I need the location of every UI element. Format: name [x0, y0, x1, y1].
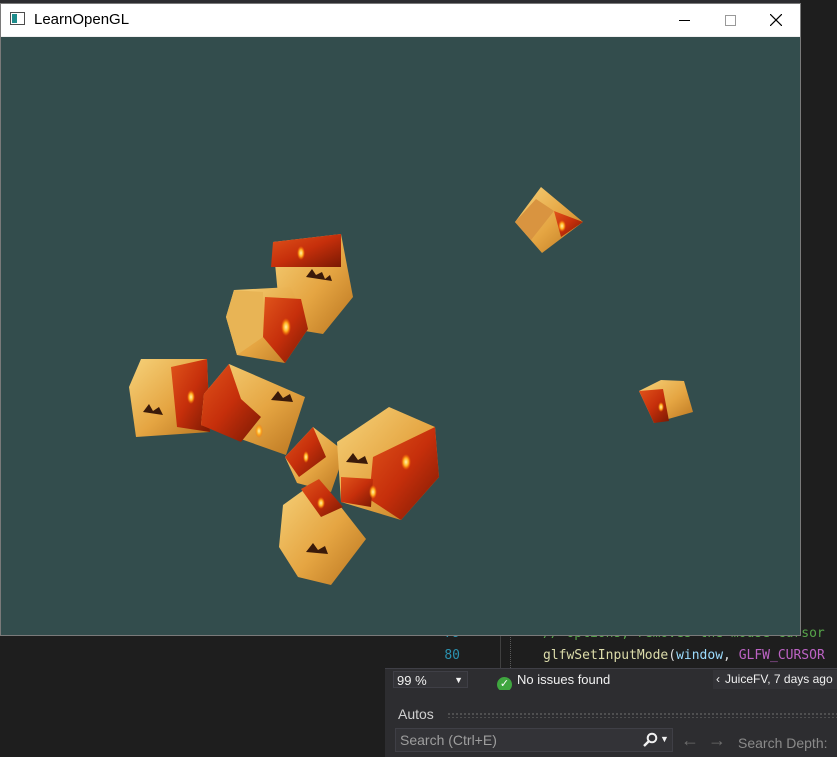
search-input[interactable] — [400, 731, 630, 749]
line-number: 80 — [444, 648, 460, 663]
textured-cube — [201, 364, 305, 455]
textured-cube — [515, 187, 583, 253]
issues-text: No issues found — [517, 672, 611, 687]
git-blame-indicator[interactable]: ‹ JuiceFV, 7 days ago — [713, 670, 837, 689]
textured-cube — [337, 407, 439, 520]
opengl-window: LearnOpenGL — [0, 3, 801, 636]
search-box[interactable]: ▼ — [395, 728, 673, 752]
textured-cube — [129, 359, 210, 437]
app-window-icon — [10, 12, 25, 25]
chevron-left-icon: ‹ — [716, 672, 720, 686]
background-editor-area — [800, 0, 837, 610]
code-paren: ( — [668, 648, 677, 663]
zoom-dropdown[interactable]: 99 % ▼ — [393, 671, 468, 688]
maximize-icon — [724, 14, 736, 26]
maximize-button[interactable] — [707, 4, 753, 36]
panel-title: Autos — [398, 706, 434, 722]
arrow-left-icon[interactable]: ← — [681, 730, 699, 751]
code-argument: window — [676, 648, 724, 663]
minimize-icon — [678, 19, 690, 21]
code-separator: , — [723, 648, 739, 663]
autos-panel: Autos ▼ ← → Search Depth: — [385, 690, 837, 757]
close-button[interactable] — [753, 4, 799, 36]
close-icon — [770, 14, 782, 26]
chevron-down-icon[interactable]: ▼ — [660, 734, 669, 744]
panel-drag-handle[interactable] — [447, 712, 837, 718]
render-viewport[interactable] — [1, 37, 800, 635]
window-title: LearnOpenGL — [34, 11, 130, 28]
search-icon[interactable] — [642, 732, 658, 753]
textured-cube — [639, 380, 693, 423]
code-function: glfwSetInputMode — [543, 648, 669, 663]
title-bar[interactable]: LearnOpenGL — [1, 4, 800, 36]
minimize-button[interactable] — [661, 4, 707, 36]
zoom-value: 99 % — [397, 673, 427, 688]
git-blame-text: JuiceFV, 7 days ago — [725, 672, 833, 686]
code-line[interactable]: glfwSetInputMode(window, GLFW_CURSOR — [543, 648, 825, 663]
chevron-down-icon: ▼ — [454, 675, 463, 685]
issues-indicator[interactable]: ✓ No issues found — [497, 671, 610, 692]
arrow-right-icon[interactable]: → — [708, 730, 726, 751]
editor-status-bar: 99 % ▼ ✓ No issues found ‹ JuiceFV, 7 day… — [385, 668, 837, 692]
search-depth-label: Search Depth: — [738, 735, 828, 751]
code-macro: GLFW_CURSOR — [738, 648, 825, 663]
cube-scene — [129, 187, 693, 585]
